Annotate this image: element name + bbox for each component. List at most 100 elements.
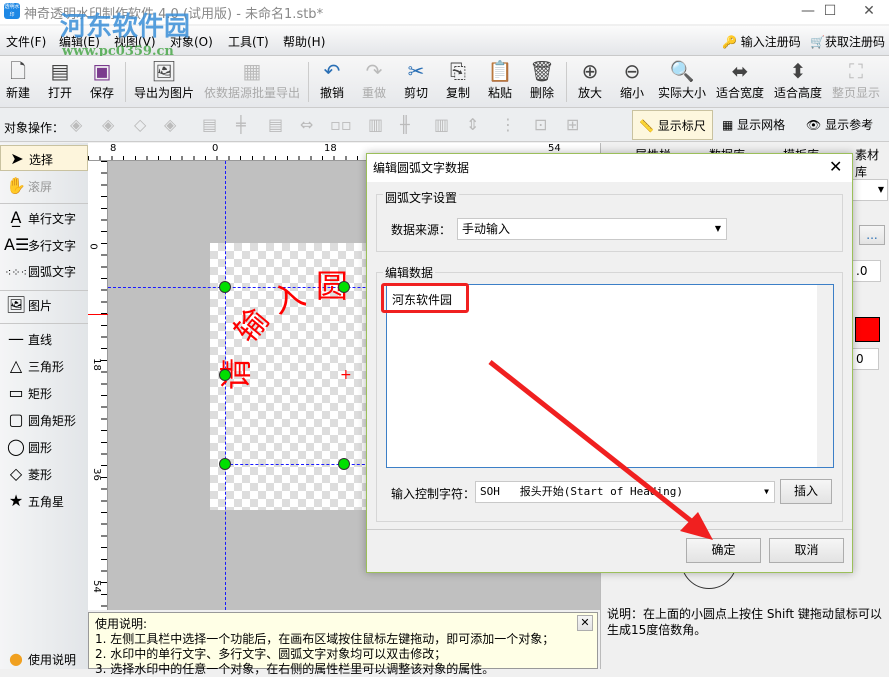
copy-button[interactable]: ⎘ 复制	[444, 58, 472, 101]
redo-icon: ↷	[365, 59, 383, 83]
insert-button[interactable]: 插入	[780, 479, 832, 504]
fit-width-button[interactable]: ⬌ 适合宽度	[714, 58, 766, 101]
ungroup-icon[interactable]: ⊞	[566, 115, 579, 134]
export-image-button[interactable]: 🖼 导出为图片	[133, 58, 195, 101]
menu-help[interactable]: 帮助(H)	[283, 33, 325, 50]
tool-rectangle[interactable]: ▭ 矩形	[0, 380, 88, 406]
resize-handle[interactable]	[219, 369, 231, 381]
tool-label: 五角星	[28, 495, 65, 509]
dialog-close-button[interactable]: ✕	[829, 157, 842, 176]
ruler-label: 54	[90, 580, 102, 593]
redo-button[interactable]: ↷ 重做	[360, 58, 388, 101]
cut-button[interactable]: ✂ 剪切	[402, 58, 430, 101]
ruler-label: 0	[212, 143, 219, 154]
show-guides-toggle[interactable]: 👁 显示参考线	[800, 110, 889, 162]
ruler-vertical: 0 18 36 54	[88, 161, 108, 610]
source-select[interactable]: 手动输入 ▼	[457, 218, 727, 240]
tool-line[interactable]: — 直线	[0, 326, 88, 352]
zoom-out-icon: ⊖	[623, 59, 641, 83]
copy-icon: ⎘	[450, 59, 466, 83]
tool-rounded-rect[interactable]: ▢ 圆角矩形	[0, 407, 88, 433]
actual-size-button[interactable]: 🔍 实际大小	[656, 58, 708, 101]
arc-text[interactable]: 请输入圆	[217, 261, 378, 401]
tool-multi-text[interactable]: A☰多行文字	[0, 232, 88, 258]
help-toggle-button[interactable]: ● 使用说明	[0, 649, 88, 669]
property-spinner[interactable]: .0	[851, 260, 881, 282]
resize-handle[interactable]	[338, 458, 350, 470]
tool-label: 菱形	[28, 468, 53, 482]
show-grid-toggle[interactable]: ▦ 显示网格	[716, 110, 791, 140]
cancel-button[interactable]: 取消	[769, 538, 844, 563]
batch-export-button[interactable]: ▦ 依数据源批量导出	[203, 58, 301, 101]
chevron-down-icon: ▼	[714, 224, 721, 233]
tool-label: 单行文字	[28, 212, 77, 226]
tab-materials[interactable]: 素材库	[855, 146, 889, 180]
same-width-icon[interactable]: ⇔	[300, 115, 313, 134]
arc-char: 请	[217, 357, 256, 391]
tool-image[interactable]: 🖼 图片	[0, 292, 88, 318]
tool-scroll[interactable]: ✋ 滚屏	[0, 173, 88, 199]
enter-register-button[interactable]: 🔑 输入注册码	[722, 33, 801, 50]
align-bottom-icon[interactable]: ▥	[434, 115, 449, 134]
send-backward-icon[interactable]: ◇	[134, 115, 146, 134]
show-ruler-toggle[interactable]: 📏 显示标尺	[632, 110, 713, 140]
property-spinner-2[interactable]: 0	[851, 348, 879, 370]
open-label: 打开	[47, 86, 72, 100]
tool-single-text[interactable]: A̲ 单行文字	[0, 205, 88, 231]
property-dropdown[interactable]: ▼	[851, 179, 888, 201]
dialog-title: 编辑圆弧文字数据	[373, 161, 470, 175]
textarea-scrollbar[interactable]	[817, 285, 833, 467]
align-right-icon[interactable]: ▤	[268, 115, 283, 134]
group-icon[interactable]: ⊡	[534, 115, 547, 134]
menu-tools[interactable]: 工具(T)	[228, 33, 269, 50]
new-button[interactable]: 🗋 新建	[4, 58, 32, 101]
ellipsis-button[interactable]: ...	[859, 225, 885, 245]
open-icon: ▤	[50, 59, 70, 83]
help-close-button[interactable]: ✕	[577, 615, 593, 631]
full-page-button[interactable]: ⛶ 整页显示	[830, 58, 882, 101]
open-button[interactable]: ▤ 打开	[46, 58, 74, 101]
paste-button[interactable]: 📋 粘贴	[486, 58, 514, 101]
arc-char: 输	[226, 300, 277, 350]
resize-handle[interactable]	[219, 458, 231, 470]
same-height-icon[interactable]: ⇕	[466, 115, 479, 134]
color-swatch[interactable]	[855, 317, 880, 342]
save-button[interactable]: ▣ 保存	[88, 58, 116, 101]
send-back-icon[interactable]: ◈	[164, 115, 176, 134]
align-center-icon[interactable]: ╪	[236, 115, 246, 134]
bring-front-icon[interactable]: ◈	[70, 115, 82, 134]
align-top-icon[interactable]: ▥	[368, 115, 383, 134]
resize-handle[interactable]	[219, 281, 231, 293]
zoom-out-button[interactable]: ⊖ 缩小	[618, 58, 646, 101]
eye-icon: 👁	[806, 118, 822, 132]
distribute-h-icon[interactable]: ▫▫	[330, 115, 352, 134]
align-left-icon[interactable]: ▤	[202, 115, 217, 134]
tool-arc-text[interactable]: ⁖⁘⁖圆弧文字	[0, 259, 88, 285]
tool-star[interactable]: ★ 五角星	[0, 488, 88, 514]
control-char-select[interactable]: SOH 报头开始(Start of Heading) ▼	[475, 481, 775, 503]
buy-register-label: 获取注册码	[824, 35, 885, 49]
paste-icon: 📋	[487, 59, 513, 83]
buy-register-button[interactable]: 🛒获取注册码	[810, 33, 885, 50]
fit-height-button[interactable]: ⬍ 适合高度	[772, 58, 824, 101]
bulb-icon: ●	[9, 649, 23, 668]
tool-label: 滚屏	[28, 180, 53, 194]
copy-label: 复制	[445, 86, 470, 100]
source-label: 数据来源：	[391, 223, 452, 237]
zoom-in-button[interactable]: ⊕ 放大	[576, 58, 604, 101]
maximize-button[interactable]: ☐	[810, 0, 850, 22]
resize-handle[interactable]	[338, 281, 350, 293]
align-middle-icon[interactable]: ╫	[400, 115, 410, 134]
save-icon: ▣	[92, 59, 112, 83]
menu-file[interactable]: 文件(F)	[6, 33, 46, 50]
tool-diamond[interactable]: ◇ 菱形	[0, 461, 88, 487]
close-button[interactable]: ✕	[849, 0, 889, 22]
undo-button[interactable]: ↶ 撤销	[318, 58, 346, 101]
bring-forward-icon[interactable]: ◈	[102, 115, 114, 134]
tool-select[interactable]: ➤ 选择	[0, 145, 88, 171]
tool-circle[interactable]: ◯ 圆形	[0, 434, 88, 460]
ok-button[interactable]: 确定	[686, 538, 761, 563]
tool-triangle[interactable]: △ 三角形	[0, 353, 88, 379]
distribute-v-icon[interactable]: ⋮	[500, 115, 516, 134]
delete-button[interactable]: 🗑 删除	[528, 58, 556, 101]
